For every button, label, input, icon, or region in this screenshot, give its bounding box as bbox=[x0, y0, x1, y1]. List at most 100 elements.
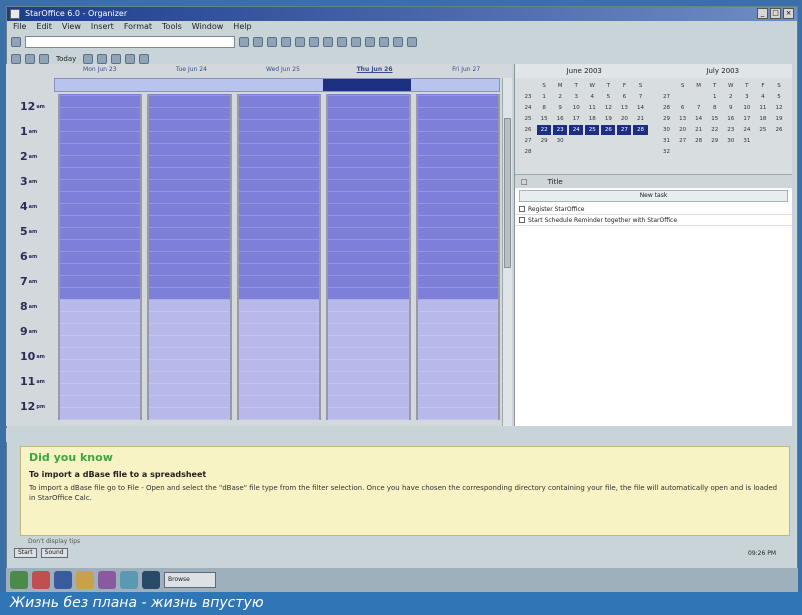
calendar-day[interactable]: 19 bbox=[601, 114, 615, 124]
menu-window[interactable]: Window bbox=[192, 21, 224, 33]
calendar-day[interactable]: 20 bbox=[676, 125, 690, 135]
paste-icon[interactable] bbox=[365, 37, 375, 47]
task-view-icon[interactable] bbox=[139, 54, 150, 64]
menu-file[interactable]: File bbox=[13, 21, 26, 33]
vertical-scrollbar[interactable] bbox=[502, 78, 512, 426]
new-event-icon[interactable] bbox=[11, 54, 21, 64]
calendar-day[interactable]: 3 bbox=[569, 92, 583, 102]
day-header[interactable]: Fri Jun 27 bbox=[420, 64, 512, 76]
day-header[interactable]: Tue Jun 24 bbox=[146, 64, 238, 76]
calendar-day[interactable]: 6 bbox=[676, 103, 690, 113]
calendar-day[interactable]: 10 bbox=[740, 103, 754, 113]
calendar-day[interactable]: 15 bbox=[708, 114, 722, 124]
calendar-day[interactable]: 14 bbox=[692, 114, 706, 124]
month-title[interactable]: July 2003 bbox=[654, 64, 793, 78]
app-icon[interactable] bbox=[120, 571, 138, 589]
calendar-day[interactable]: 15 bbox=[537, 114, 551, 124]
calendar-day[interactable]: 17 bbox=[740, 114, 754, 124]
calendar-day[interactable]: 31 bbox=[740, 136, 754, 146]
day-view-icon[interactable] bbox=[83, 54, 94, 64]
calendar-day[interactable]: 5 bbox=[601, 92, 615, 102]
month-title[interactable]: June 2003 bbox=[515, 64, 654, 78]
day-column[interactable] bbox=[415, 94, 501, 420]
navigator-icon[interactable] bbox=[393, 37, 403, 47]
stop-icon[interactable] bbox=[267, 37, 277, 47]
next-icon[interactable] bbox=[39, 54, 49, 64]
day-column[interactable] bbox=[147, 94, 232, 420]
calendar-day[interactable]: 8 bbox=[537, 103, 551, 113]
calendar-day[interactable]: 27 bbox=[617, 125, 632, 135]
app-icon[interactable] bbox=[76, 571, 94, 589]
scroll-thumb[interactable] bbox=[504, 118, 511, 268]
calendar-day[interactable]: 4 bbox=[756, 92, 770, 102]
calendar-day[interactable]: 23 bbox=[724, 125, 738, 135]
calendar-day[interactable]: 16 bbox=[553, 114, 567, 124]
tips-splitter[interactable] bbox=[6, 428, 792, 442]
calendar-day[interactable]: 11 bbox=[756, 103, 770, 113]
calendar-day[interactable]: 1 bbox=[537, 92, 551, 102]
app-launcher-icon[interactable] bbox=[10, 571, 28, 589]
task-checkbox[interactable] bbox=[519, 206, 525, 212]
url-input[interactable] bbox=[25, 36, 235, 48]
menu-view[interactable]: View bbox=[62, 21, 81, 33]
calendar-day[interactable]: 10 bbox=[569, 103, 583, 113]
calendar-day[interactable]: 1 bbox=[708, 92, 722, 102]
calendar-day[interactable]: 3 bbox=[740, 92, 754, 102]
day-header[interactable]: Mon Jun 23 bbox=[54, 64, 146, 76]
calendar-day[interactable]: 21 bbox=[633, 114, 647, 124]
dont-show-tips-checkbox[interactable]: Don't display tips bbox=[28, 538, 80, 545]
calendar-day[interactable]: 9 bbox=[724, 103, 738, 113]
calendar-day[interactable]: 18 bbox=[756, 114, 770, 124]
copy-icon[interactable] bbox=[351, 37, 361, 47]
calendar-day[interactable]: 17 bbox=[569, 114, 583, 124]
month-view-icon[interactable] bbox=[111, 54, 122, 64]
calendar-day[interactable]: 5 bbox=[772, 92, 786, 102]
edit-file-icon[interactable] bbox=[11, 37, 21, 47]
day-column[interactable] bbox=[236, 94, 322, 420]
app-icon[interactable] bbox=[32, 571, 50, 589]
all-day-row[interactable] bbox=[54, 78, 500, 92]
forward-icon[interactable] bbox=[253, 37, 263, 47]
day-header-selected[interactable]: Thu Jun 26 bbox=[329, 64, 421, 76]
desktop-pager-icon[interactable] bbox=[142, 571, 160, 589]
calendar-day[interactable]: 2 bbox=[553, 92, 567, 102]
calendar-day[interactable]: 29 bbox=[708, 136, 722, 146]
day-column[interactable] bbox=[326, 94, 411, 420]
calendar-day[interactable]: 29 bbox=[537, 136, 551, 146]
calendar-day[interactable]: 8 bbox=[708, 103, 722, 113]
calendar-day[interactable]: 12 bbox=[772, 103, 786, 113]
day-column[interactable] bbox=[58, 94, 143, 420]
calendar-day[interactable]: 24 bbox=[569, 125, 584, 135]
start-button[interactable]: Start bbox=[14, 548, 37, 558]
calendar-day[interactable]: 30 bbox=[553, 136, 567, 146]
taskbar-button[interactable]: Browse bbox=[164, 572, 216, 588]
calendar-day[interactable]: 7 bbox=[692, 103, 706, 113]
calendar-day[interactable]: 24 bbox=[740, 125, 754, 135]
calendar-day[interactable]: 23 bbox=[553, 125, 568, 135]
calendar-day[interactable]: 18 bbox=[585, 114, 599, 124]
year-view-icon[interactable] bbox=[125, 54, 136, 64]
calendar-day[interactable]: 28 bbox=[692, 136, 706, 146]
calendar-day[interactable]: 7 bbox=[633, 92, 647, 102]
calendar-day[interactable]: 25 bbox=[585, 125, 600, 135]
calendar-day[interactable]: 19 bbox=[772, 114, 786, 124]
previous-icon[interactable] bbox=[25, 54, 35, 64]
back-icon[interactable] bbox=[239, 37, 249, 47]
task-row[interactable]: Register StarOffice bbox=[515, 204, 792, 215]
app-icon[interactable] bbox=[98, 571, 116, 589]
task-checkbox[interactable] bbox=[519, 217, 525, 223]
calendar-day[interactable]: 26 bbox=[772, 125, 786, 135]
calendar-day[interactable]: 22 bbox=[708, 125, 722, 135]
calendar-day[interactable]: 6 bbox=[617, 92, 631, 102]
calendar-day[interactable]: 11 bbox=[585, 103, 599, 113]
calendar-day[interactable]: 13 bbox=[617, 103, 631, 113]
menu-insert[interactable]: Insert bbox=[91, 21, 114, 33]
search-icon[interactable] bbox=[309, 37, 319, 47]
today-button[interactable]: Today bbox=[53, 55, 79, 63]
calendar-day[interactable]: 2 bbox=[724, 92, 738, 102]
sound-button[interactable]: Sound bbox=[40, 548, 68, 558]
maximize-button[interactable]: □ bbox=[770, 8, 781, 19]
home-icon[interactable] bbox=[295, 37, 305, 47]
day-header[interactable]: Wed Jun 25 bbox=[237, 64, 329, 76]
week-view-icon[interactable] bbox=[97, 54, 108, 64]
